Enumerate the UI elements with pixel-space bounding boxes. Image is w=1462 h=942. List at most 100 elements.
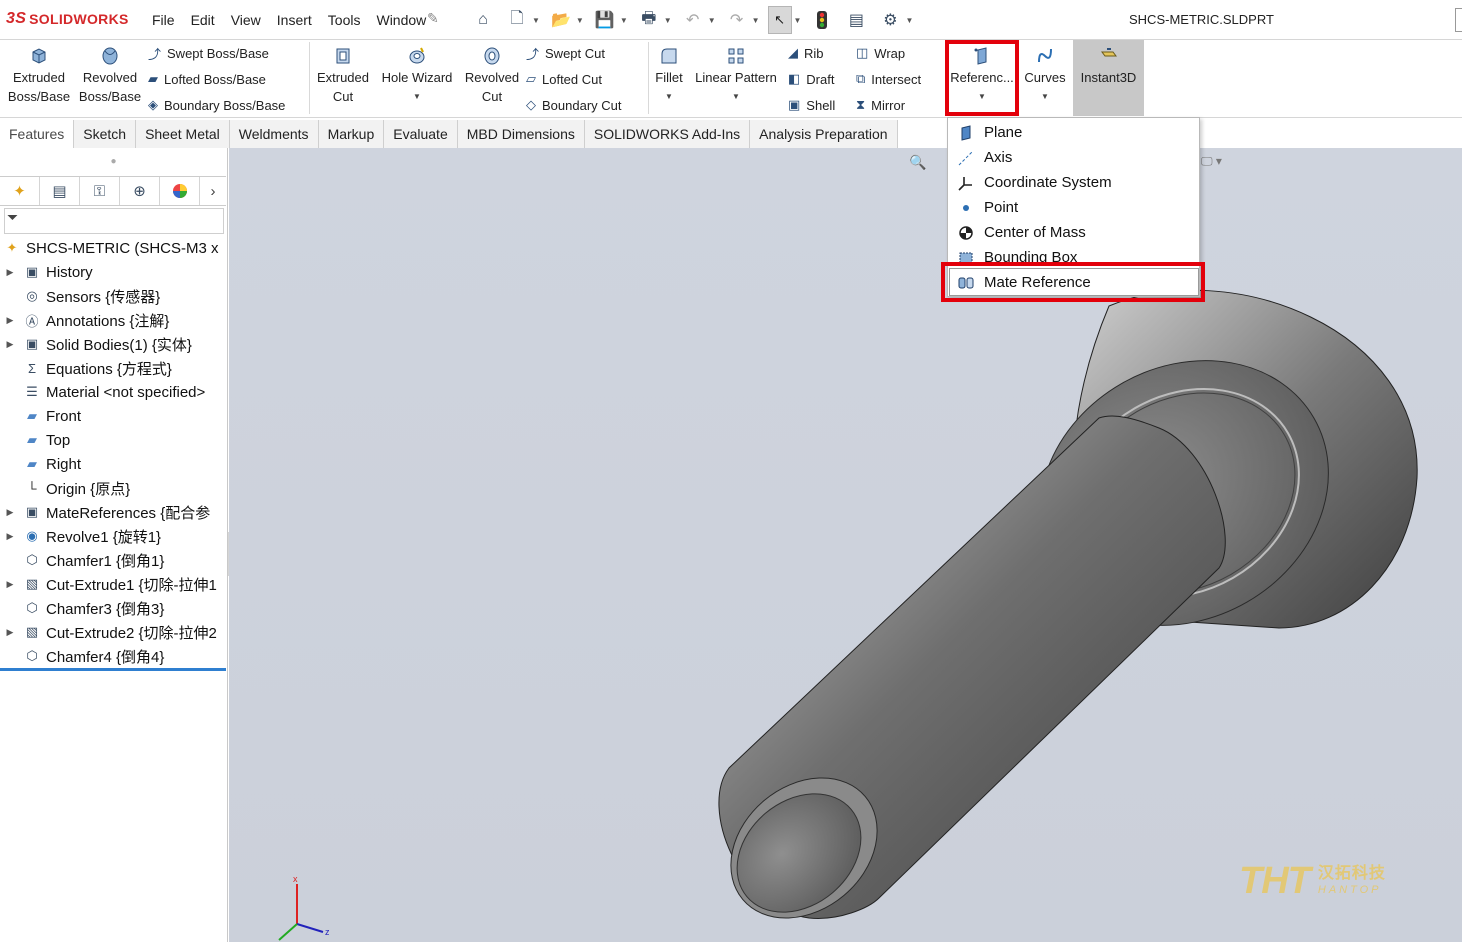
expand-arrow-icon[interactable]: ▶ [4,267,16,278]
expand-arrow-icon[interactable]: ▶ [4,507,16,518]
tree-item[interactable]: ▶ ▣ Solid Bodies(1) {实体} [0,332,228,356]
file-properties-icon[interactable]: ▤ [843,7,869,33]
select-cursor-icon[interactable]: ↖ [767,6,792,34]
display-manager-tab-icon[interactable] [160,177,200,205]
revolved-cut-button[interactable]: Revolved Cut [462,44,522,106]
tree-item[interactable]: ▶ ▣ History [0,260,228,284]
instant3d-button[interactable]: Instant3D [1073,40,1144,116]
tab-evaluate[interactable]: Evaluate [384,120,458,148]
rib-button[interactable]: ◢ Rib [788,43,824,63]
print-dropdown-icon[interactable]: ▼ [664,16,672,25]
search-box-edge[interactable] [1455,8,1462,32]
dimxpert-manager-tab-icon[interactable]: ⊕ [120,177,160,205]
boundary-cut-button[interactable]: ◇ Boundary Cut [526,95,622,115]
tree-item[interactable]: ⬡ Chamfer4 {倒角4} [0,644,228,668]
boundary-boss-button[interactable]: ◈ Boundary Boss/Base [148,95,285,115]
linear-pattern-button[interactable]: Linear Pattern ▼ [690,44,782,106]
tab-markup[interactable]: Markup [318,120,385,148]
curves-button[interactable]: Curves ▼ [1020,44,1070,106]
tab-analysis-preparation[interactable]: Analysis Preparation [750,120,898,148]
menu-window[interactable]: Window [368,12,434,28]
redo-icon[interactable]: ↷ [724,7,750,33]
home-icon[interactable]: ⌂ [470,7,496,33]
extruded-cut-button[interactable]: Extruded Cut [312,44,374,106]
menu-insert[interactable]: Insert [269,12,320,28]
tab-sketch[interactable]: Sketch [74,120,137,148]
lofted-boss-button[interactable]: ▰ Lofted Boss/Base [148,69,266,89]
tab-mbd-dimensions[interactable]: MBD Dimensions [457,120,585,148]
tree-root[interactable]: ✦ SHCS-METRIC (SHCS-M3 x [0,236,228,260]
more-tabs-arrow-icon[interactable]: › [200,177,226,205]
menu-file[interactable]: File [144,12,183,28]
curves-dropdown-icon[interactable]: ▼ [1020,87,1070,106]
expand-arrow-icon[interactable]: ▶ [4,579,16,590]
intersect-button[interactable]: ⧉ Intersect [856,69,921,89]
save-dropdown-icon[interactable]: ▼ [620,16,628,25]
tree-item[interactable]: ▰ Right [0,452,228,476]
new-dropdown-icon[interactable]: ▼ [532,16,540,25]
menu-view[interactable]: View [223,12,269,28]
draft-button[interactable]: ◧ Draft [788,69,834,89]
new-document-icon[interactable]: 🗋 [504,7,530,33]
linear-pattern-dropdown-icon[interactable]: ▼ [690,87,782,106]
mirror-button[interactable]: ⧗ Mirror [856,95,905,115]
menu-edit[interactable]: Edit [183,12,223,28]
fillet-dropdown-icon[interactable]: ▼ [652,87,686,106]
configuration-manager-tab-icon[interactable]: ⚿ [80,177,120,205]
tree-item[interactable]: ⬡ Chamfer3 {倒角3} [0,596,228,620]
save-icon[interactable]: 💾 [592,7,618,33]
expand-arrow-icon[interactable]: ▶ [4,339,16,350]
hole-wizard-button[interactable]: Hole Wizard ▼ [378,44,456,106]
lofted-cut-button[interactable]: ▱ Lofted Cut [526,69,602,89]
fillet-button[interactable]: Fillet ▼ [652,44,686,106]
panel-grip[interactable]: ● [0,148,227,176]
tree-item[interactable]: ▶ ▣ MateReferences {配合参 [0,500,228,524]
property-manager-tab-icon[interactable]: ▤ [40,177,80,205]
menu-item-point[interactable]: Point [948,195,1200,220]
tree-item[interactable]: ▰ Top [0,428,228,452]
solidworks-logo[interactable]: 3S SOLIDWORKS [6,10,129,28]
wrap-button[interactable]: ◫ Wrap [856,43,905,63]
open-dropdown-icon[interactable]: ▼ [576,16,584,25]
menu-item-plane[interactable]: Plane [948,120,1200,145]
redo-dropdown-icon[interactable]: ▼ [752,16,760,25]
rollback-bar[interactable] [0,668,226,671]
tree-filter[interactable]: ⏷ [4,208,224,234]
tree-item[interactable]: ◎ Sensors {传感器} [0,284,228,308]
swept-boss-button[interactable]: ⤴ Swept Boss/Base [148,43,269,63]
rebuild-traffic-light-icon[interactable] [809,7,835,33]
tree-item[interactable]: Σ Equations {方程式} [0,356,228,380]
select-dropdown-icon[interactable]: ▼ [794,16,802,25]
tree-item[interactable]: └ Origin {原点} [0,476,228,500]
options-dropdown-icon[interactable]: ▼ [905,16,913,25]
expand-arrow-icon[interactable]: ▶ [4,531,16,542]
print-icon[interactable]: 🖶 [636,7,662,33]
tab-weldments[interactable]: Weldments [229,120,319,148]
screw-3d-model[interactable] [229,148,1462,942]
expand-arrow-icon[interactable]: ▶ [4,315,16,326]
tree-item[interactable]: ▰ Front [0,404,228,428]
open-icon[interactable]: 📂 [548,7,574,33]
menu-item-axis[interactable]: Axis [948,145,1200,170]
tree-item[interactable]: ▶ Ⓐ Annotations {注解} [0,308,228,332]
menu-item-center-of-mass[interactable]: Center of Mass [948,220,1200,245]
pin-icon[interactable]: ✎ [427,10,439,27]
options-gear-icon[interactable]: ⚙ [877,7,903,33]
tab-solidworks-add-ins[interactable]: SOLIDWORKS Add-Ins [584,120,751,148]
expand-arrow-icon[interactable]: ▶ [4,627,16,638]
tab-sheet-metal[interactable]: Sheet Metal [136,120,230,148]
swept-cut-button[interactable]: ⤴ Swept Cut [526,43,605,63]
feature-manager-tab-icon[interactable]: ✦ [0,177,40,205]
graphics-area[interactable]: 🔍 🖵 ▾ x z THT 汉拓科技 HANTOP [229,148,1462,942]
tree-item[interactable]: ▶ ▧ Cut-Extrude2 {切除-拉伸2 [0,620,228,644]
tree-item[interactable]: ▶ ◉ Revolve1 {旋转1} [0,524,228,548]
tree-item[interactable]: ⬡ Chamfer1 {倒角1} [0,548,228,572]
menu-item-coordinate-system[interactable]: Coordinate System [948,170,1200,195]
menu-tools[interactable]: Tools [320,12,369,28]
tab-features[interactable]: Features [0,120,75,148]
undo-icon[interactable]: ↶ [680,7,706,33]
shell-button[interactable]: ▣ Shell [788,95,835,115]
revolved-boss-button[interactable]: Revolved Boss/Base [76,44,144,106]
tree-item[interactable]: ☰ Material <not specified> [0,380,228,404]
hole-wizard-dropdown-icon[interactable]: ▼ [378,87,456,106]
